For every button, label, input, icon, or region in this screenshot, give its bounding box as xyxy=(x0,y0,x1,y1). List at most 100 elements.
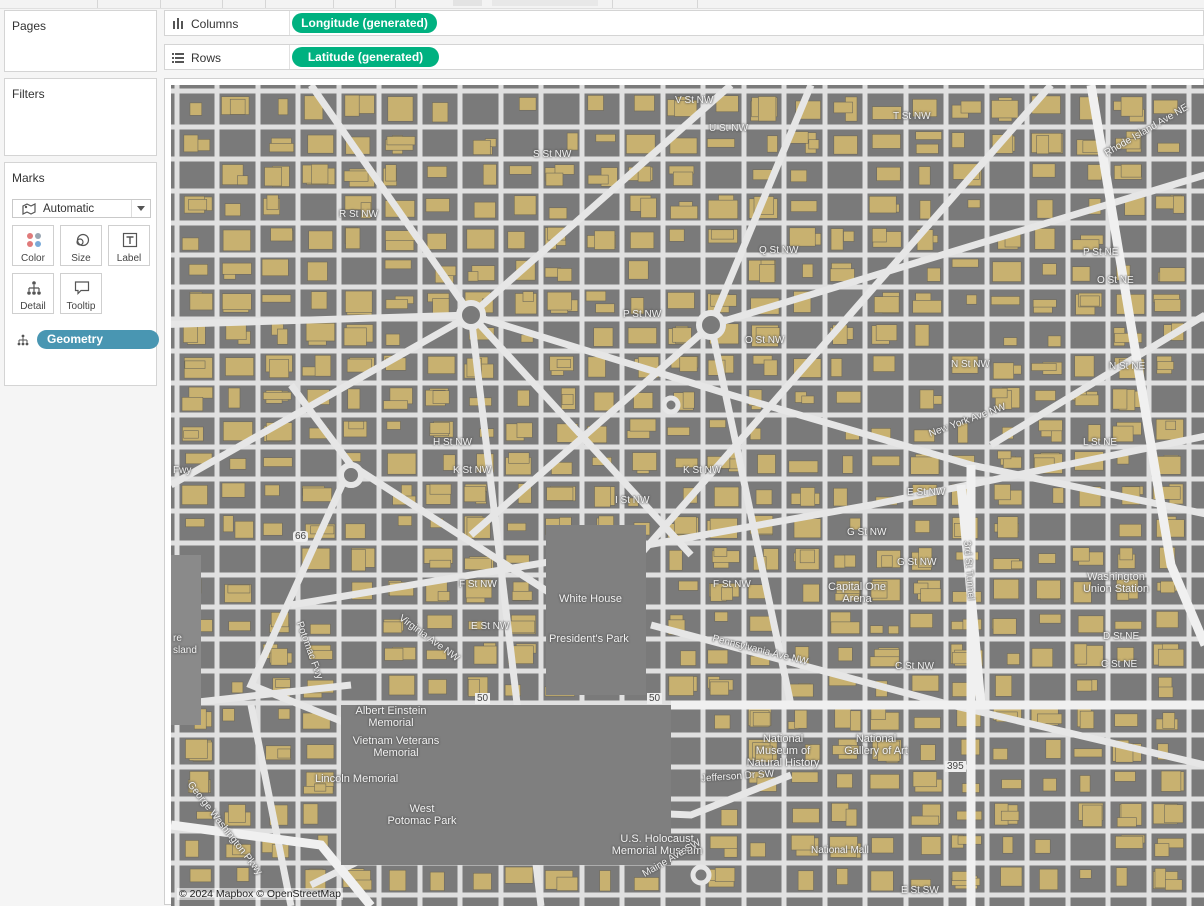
building xyxy=(634,877,660,891)
building xyxy=(509,165,532,175)
columns-shelf[interactable]: Columns Longitude (generated) xyxy=(164,10,1204,36)
building xyxy=(633,392,654,409)
label-button[interactable]: Label xyxy=(108,225,150,266)
building xyxy=(668,675,694,696)
building xyxy=(792,808,820,824)
building xyxy=(432,298,450,314)
mark-type-dropdown[interactable]: Automatic xyxy=(12,199,151,218)
building xyxy=(836,391,862,404)
building xyxy=(869,774,900,790)
building xyxy=(1002,836,1014,854)
building xyxy=(231,681,244,694)
building xyxy=(634,95,655,112)
building xyxy=(626,430,650,439)
building xyxy=(595,133,616,142)
filters-title: Filters xyxy=(12,87,45,101)
building xyxy=(270,648,288,666)
building xyxy=(1079,869,1092,879)
building xyxy=(808,139,820,150)
longitude-pill[interactable]: Longitude (generated) xyxy=(292,13,437,33)
building xyxy=(1112,388,1128,410)
building xyxy=(1158,676,1173,689)
building xyxy=(311,163,329,185)
geometry-pill[interactable]: Geometry xyxy=(37,330,159,349)
building xyxy=(919,389,934,410)
building xyxy=(188,199,208,211)
building xyxy=(437,591,451,601)
building xyxy=(181,485,208,505)
building xyxy=(951,258,979,268)
dropdown-caret[interactable] xyxy=(131,200,150,217)
building xyxy=(426,233,447,250)
building xyxy=(1001,779,1022,789)
detail-button[interactable]: Detail xyxy=(12,273,54,314)
building xyxy=(749,842,766,858)
building xyxy=(1116,817,1137,828)
building xyxy=(1000,810,1020,821)
building xyxy=(801,395,815,404)
building xyxy=(302,487,332,502)
map-attribution[interactable]: © 2024 Mapbox © OpenStreetMap xyxy=(177,888,343,900)
building xyxy=(482,164,497,186)
building xyxy=(587,356,606,378)
building xyxy=(1047,335,1062,347)
building xyxy=(224,203,241,217)
building xyxy=(830,621,860,634)
rows-label: Rows xyxy=(191,51,222,65)
building xyxy=(1000,866,1023,887)
rows-shelf[interactable]: Rows Latitude (generated) xyxy=(164,44,1204,70)
map-mark-icon xyxy=(22,202,36,215)
size-button[interactable]: Size xyxy=(60,225,102,266)
building xyxy=(758,96,777,122)
building xyxy=(802,263,814,278)
building xyxy=(347,388,361,410)
building xyxy=(876,166,901,181)
building xyxy=(843,554,856,568)
tooltip-button[interactable]: Tooltip xyxy=(60,273,102,314)
building xyxy=(266,194,279,211)
building xyxy=(869,195,897,214)
building xyxy=(881,555,893,568)
tooltip-label: Tooltip xyxy=(66,301,96,312)
highway-shield-50a: 50 xyxy=(475,693,491,704)
map-view[interactable]: White House President's Park Albert Eins… xyxy=(171,85,1204,906)
building xyxy=(714,867,736,882)
filters-card[interactable]: Filters xyxy=(4,78,157,156)
building xyxy=(348,421,365,430)
color-button[interactable]: Color xyxy=(12,225,54,266)
building xyxy=(630,231,655,249)
building xyxy=(1158,686,1174,698)
building xyxy=(508,452,530,464)
label-island: sland xyxy=(173,645,197,656)
label-capital-one: Capital One Arena xyxy=(827,581,887,605)
building xyxy=(833,101,853,114)
building xyxy=(888,625,899,635)
building xyxy=(951,132,965,148)
label-west-potomac: West Potomac Park xyxy=(387,803,457,827)
pages-card[interactable]: Pages xyxy=(4,10,157,72)
building xyxy=(189,293,213,311)
building xyxy=(384,259,412,270)
building xyxy=(1038,419,1063,432)
building xyxy=(1072,547,1090,562)
building xyxy=(849,710,862,732)
building xyxy=(556,876,579,891)
label-k-st-2: K St NW xyxy=(683,465,722,476)
building xyxy=(1032,163,1056,178)
building xyxy=(766,135,778,153)
building xyxy=(225,323,247,340)
building xyxy=(836,773,853,789)
building xyxy=(1006,653,1020,665)
building xyxy=(309,623,331,635)
building xyxy=(510,620,536,634)
building xyxy=(667,292,695,309)
building xyxy=(1039,613,1062,624)
building xyxy=(556,359,571,368)
building xyxy=(1031,648,1054,668)
building xyxy=(545,172,564,187)
building xyxy=(1074,355,1095,378)
building xyxy=(1158,648,1185,667)
building xyxy=(794,709,808,729)
building xyxy=(914,324,930,347)
latitude-pill[interactable]: Latitude (generated) xyxy=(292,47,439,67)
